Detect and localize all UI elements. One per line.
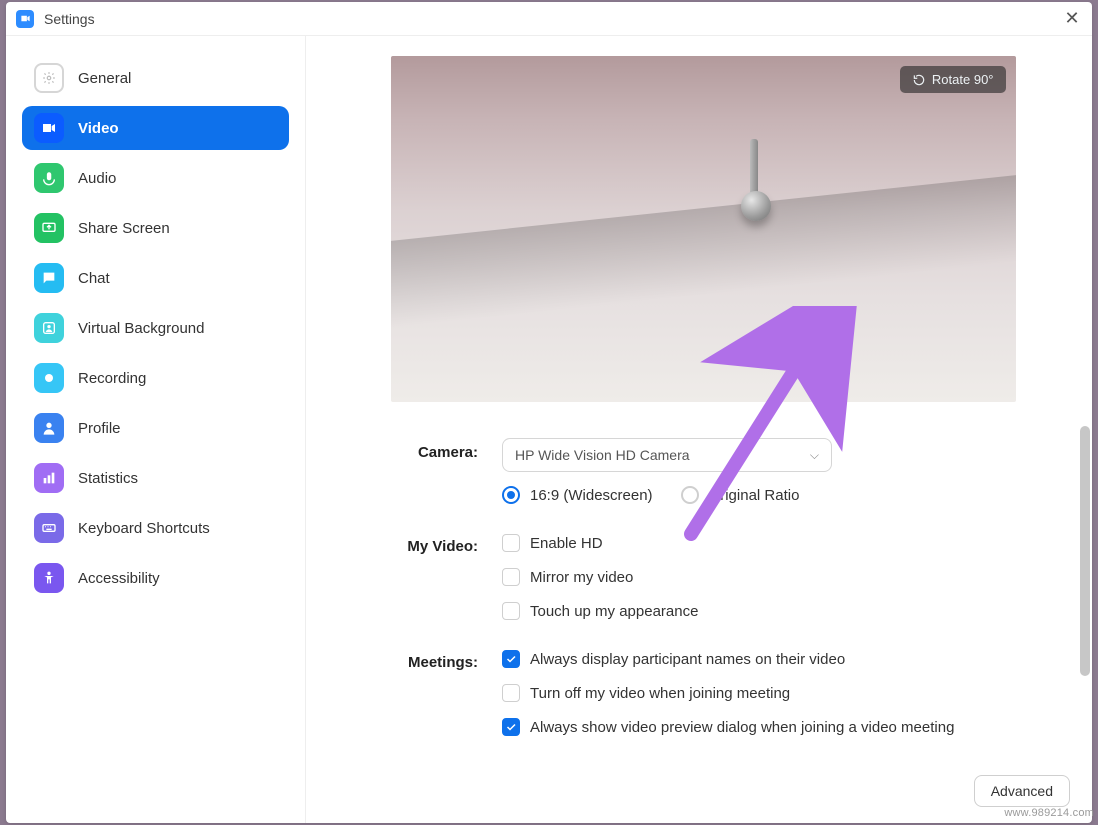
sidebar: General Video Audio Share Screen xyxy=(6,36,306,823)
sidebar-item-accessibility[interactable]: Accessibility xyxy=(22,556,289,600)
preview-decor xyxy=(741,191,771,221)
radio-label: 16:9 (Widescreen) xyxy=(530,487,653,504)
rotate-icon xyxy=(912,73,926,87)
display-names-checkbox[interactable]: Always display participant names on thei… xyxy=(502,648,1072,670)
touch-up-checkbox[interactable]: Touch up my appearance xyxy=(502,600,1072,622)
checkbox-label: Always show video preview dialog when jo… xyxy=(530,719,954,736)
camera-select[interactable]: HP Wide Vision HD Camera ⌵ xyxy=(502,438,832,472)
titlebar: Settings ✕ xyxy=(6,2,1092,36)
checkbox-icon xyxy=(502,684,520,702)
my-video-label: My Video: xyxy=(334,532,502,555)
enable-hd-checkbox[interactable]: Enable HD xyxy=(502,532,1072,554)
camera-label: Camera: xyxy=(334,438,502,461)
watermark: www.989214.com xyxy=(1004,807,1094,819)
window-title: Settings xyxy=(44,11,95,27)
camera-select-value: HP Wide Vision HD Camera xyxy=(515,447,690,463)
ratio-original-radio[interactable]: Original Ratio xyxy=(681,484,800,506)
checkbox-icon xyxy=(502,718,520,736)
window-body: General Video Audio Share Screen xyxy=(6,36,1092,823)
checkbox-icon xyxy=(502,650,520,668)
sidebar-item-keyboard-shortcuts[interactable]: Keyboard Shortcuts xyxy=(22,506,289,550)
sidebar-item-label: Share Screen xyxy=(78,220,170,237)
video-settings-form: Camera: HP Wide Vision HD Camera ⌵ 16:9 … xyxy=(334,438,1072,750)
video-preview: Rotate 90° xyxy=(391,56,1016,402)
checkbox-label: Enable HD xyxy=(530,535,603,552)
sidebar-item-general[interactable]: General xyxy=(22,56,289,100)
close-button[interactable]: ✕ xyxy=(1062,9,1082,29)
sidebar-item-label: Accessibility xyxy=(78,570,160,587)
sidebar-item-label: Audio xyxy=(78,170,116,187)
sidebar-item-virtual-background[interactable]: Virtual Background xyxy=(22,306,289,350)
checkbox-label: Mirror my video xyxy=(530,569,633,586)
general-icon xyxy=(34,63,64,93)
radio-label: Original Ratio xyxy=(709,487,800,504)
sidebar-item-recording[interactable]: Recording xyxy=(22,356,289,400)
meetings-label: Meetings: xyxy=(334,648,502,671)
keyboard-icon xyxy=(34,513,64,543)
sidebar-item-video[interactable]: Video xyxy=(22,106,289,150)
sidebar-item-label: Keyboard Shortcuts xyxy=(78,520,210,537)
checkbox-icon xyxy=(502,602,520,620)
radio-icon xyxy=(502,486,520,504)
video-icon xyxy=(34,113,64,143)
checkbox-icon xyxy=(502,568,520,586)
sidebar-item-chat[interactable]: Chat xyxy=(22,256,289,300)
checkbox-label: Touch up my appearance xyxy=(530,603,698,620)
share-screen-icon xyxy=(34,213,64,243)
chat-icon xyxy=(34,263,64,293)
sidebar-item-label: Video xyxy=(78,120,119,137)
main-panel: Rotate 90° Camera: HP Wide Vision HD Cam… xyxy=(306,36,1092,823)
scrollbar-thumb[interactable] xyxy=(1080,426,1090,676)
sidebar-item-share-screen[interactable]: Share Screen xyxy=(22,206,289,250)
advanced-button[interactable]: Advanced xyxy=(974,775,1070,807)
chevron-down-icon: ⌵ xyxy=(810,448,819,463)
checkbox-label: Always display participant names on thei… xyxy=(530,651,845,668)
settings-window: Settings ✕ General Video Audi xyxy=(6,2,1092,823)
checkbox-icon xyxy=(502,534,520,552)
checkbox-label: Turn off my video when joining meeting xyxy=(530,685,790,702)
preview-dialog-checkbox[interactable]: Always show video preview dialog when jo… xyxy=(502,716,1072,738)
accessibility-icon xyxy=(34,563,64,593)
sidebar-item-statistics[interactable]: Statistics xyxy=(22,456,289,500)
sidebar-item-audio[interactable]: Audio xyxy=(22,156,289,200)
virtual-background-icon xyxy=(34,313,64,343)
rotate-90-button[interactable]: Rotate 90° xyxy=(900,66,1006,93)
sidebar-item-label: Chat xyxy=(78,270,110,287)
rotate-label: Rotate 90° xyxy=(932,72,994,87)
statistics-icon xyxy=(34,463,64,493)
sidebar-item-label: General xyxy=(78,70,131,87)
mirror-video-checkbox[interactable]: Mirror my video xyxy=(502,566,1072,588)
sidebar-item-profile[interactable]: Profile xyxy=(22,406,289,450)
sidebar-item-label: Recording xyxy=(78,370,146,387)
sidebar-item-label: Virtual Background xyxy=(78,320,204,337)
profile-icon xyxy=(34,413,64,443)
recording-icon xyxy=(34,363,64,393)
audio-icon xyxy=(34,163,64,193)
sidebar-item-label: Statistics xyxy=(78,470,138,487)
ratio-widescreen-radio[interactable]: 16:9 (Widescreen) xyxy=(502,484,653,506)
sidebar-item-label: Profile xyxy=(78,420,121,437)
radio-icon xyxy=(681,486,699,504)
turn-off-video-checkbox[interactable]: Turn off my video when joining meeting xyxy=(502,682,1072,704)
app-icon xyxy=(16,10,34,28)
